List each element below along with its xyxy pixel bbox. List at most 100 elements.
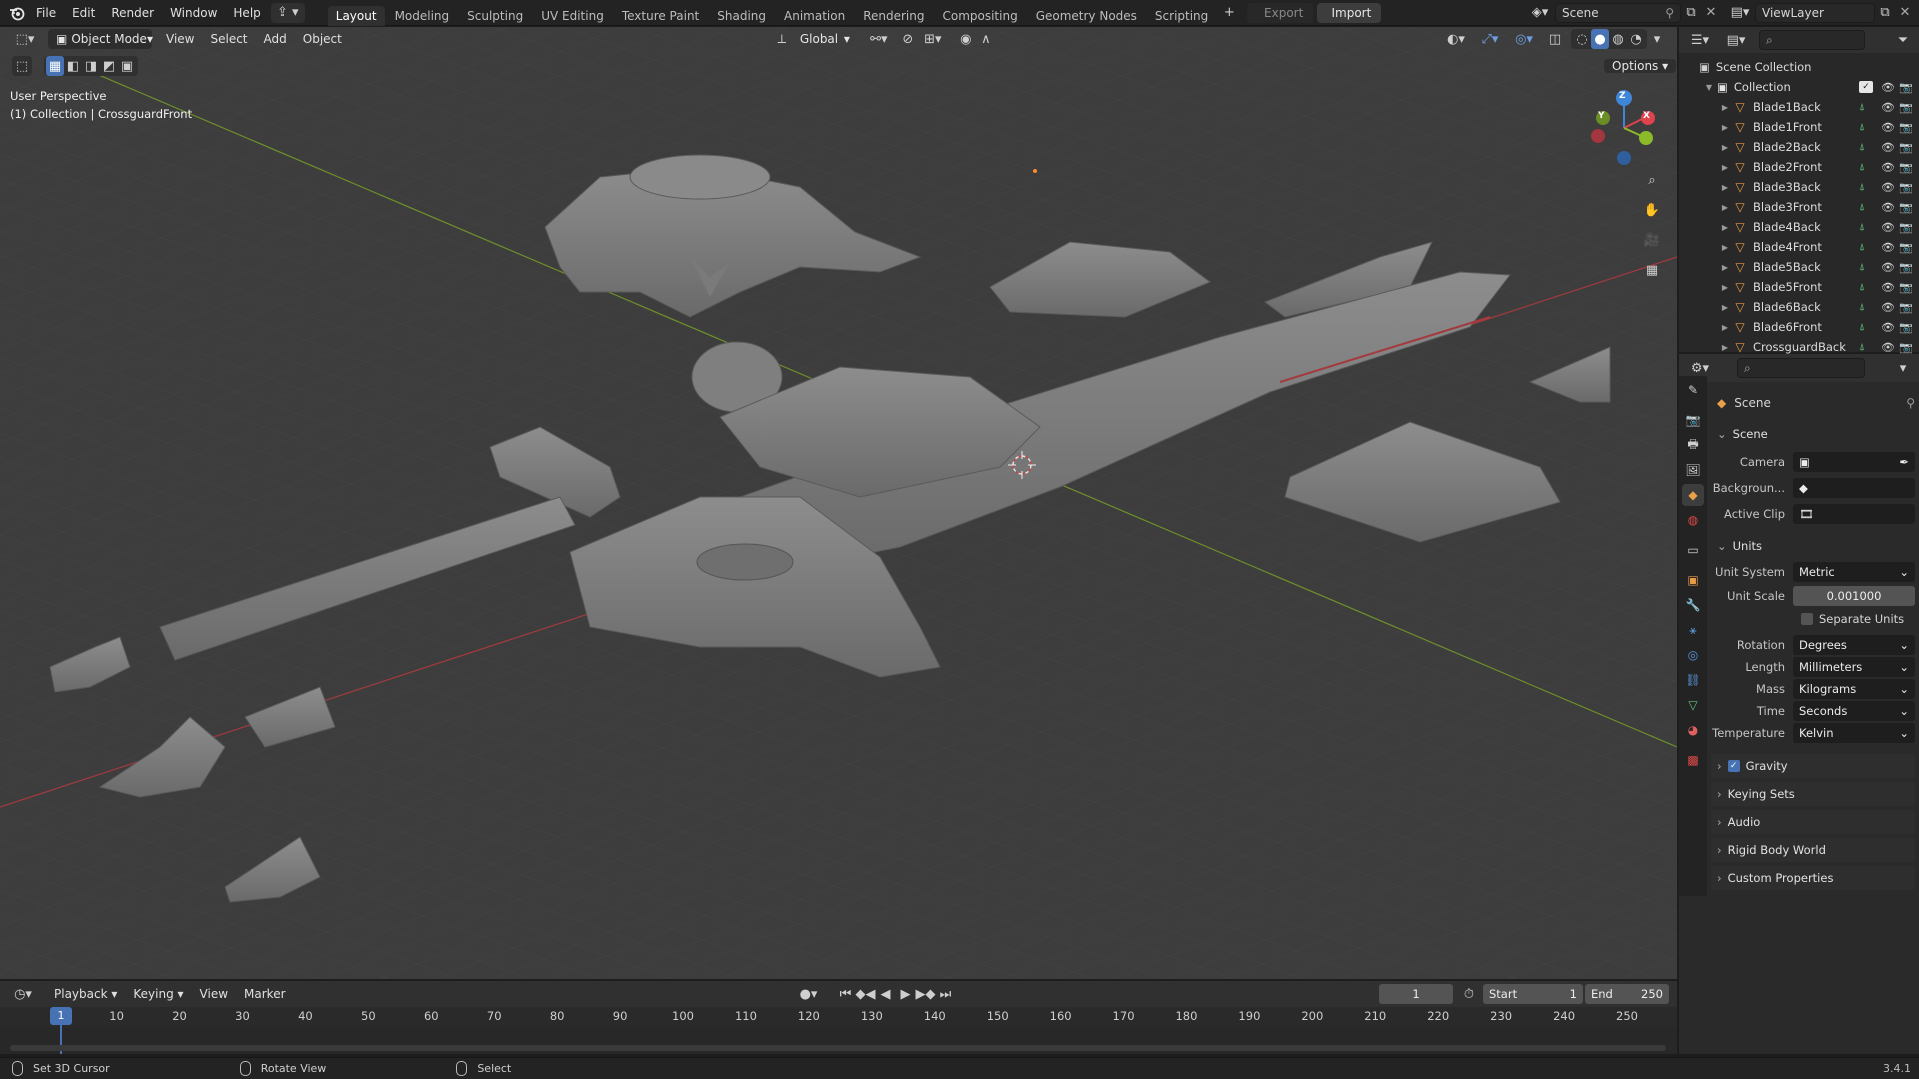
outliner-item[interactable]: ▶ ▽ Blade6Front ⍋ 👁 📷 — [1679, 317, 1919, 337]
units-panel-header[interactable]: ⌄ Units — [1711, 534, 1915, 558]
visibility-eye-icon[interactable]: 👁 — [1879, 141, 1897, 154]
outliner-item[interactable]: ▶ ▽ Blade1Front ⍋ 👁 📷 — [1679, 117, 1919, 137]
expand-arrow-icon[interactable]: ▶ — [1719, 343, 1731, 352]
visibility-eye-icon[interactable]: 👁 — [1879, 201, 1897, 214]
mass-dropdown[interactable]: Kilograms ⌄ — [1793, 679, 1915, 699]
outliner-item[interactable]: ▶ ▽ Blade4Back ⍋ 👁 📷 — [1679, 217, 1919, 237]
gizmo-toggle-icon[interactable]: ⤢▾ — [1473, 29, 1507, 49]
tab-shading[interactable]: Shading — [709, 6, 774, 26]
pin-icon[interactable]: ⚲ — [1906, 396, 1915, 410]
select-new-icon[interactable]: ▦ — [46, 56, 64, 76]
render-camera-icon[interactable]: 📷 — [1897, 341, 1915, 354]
3d-viewport[interactable] — [0, 27, 1677, 979]
outliner-item[interactable]: ▶ ▽ Blade3Back ⍋ 👁 📷 — [1679, 177, 1919, 197]
mesh-data-icon[interactable]: ⍋ — [1859, 102, 1865, 113]
scene-name-field[interactable]: Scene ⚲ — [1555, 2, 1681, 23]
scene-panel-header[interactable]: ⌄ Scene — [1711, 422, 1915, 446]
background-scene-field[interactable]: ◆ — [1793, 478, 1915, 498]
tab-compositing[interactable]: Compositing — [934, 6, 1025, 26]
next-keyframe-icon[interactable]: ▶◆ — [916, 984, 936, 1004]
tab-geometry-nodes[interactable]: Geometry Nodes — [1028, 6, 1145, 26]
delete-view-layer-icon[interactable]: ✕ — [1895, 3, 1915, 23]
end-frame-field[interactable]: End 250 — [1585, 984, 1669, 1004]
expand-arrow-icon[interactable]: ▶ — [1719, 223, 1731, 232]
expand-arrow-icon[interactable]: ▶ — [1719, 143, 1731, 152]
outliner-item[interactable]: ▶ ▽ Blade6Back ⍋ 👁 📷 — [1679, 297, 1919, 317]
mesh-data-icon[interactable]: ⍋ — [1859, 242, 1865, 253]
rotation-dropdown[interactable]: Degrees ⌄ — [1793, 635, 1915, 655]
render-camera-icon[interactable]: 📷 — [1897, 181, 1915, 194]
expand-arrow-icon[interactable]: ▶ — [1719, 163, 1731, 172]
render-camera-icon[interactable]: 📷 — [1897, 161, 1915, 174]
object-tab-icon[interactable]: ▣ — [1682, 569, 1704, 591]
render-camera-icon[interactable]: 📷 — [1897, 321, 1915, 334]
viewport-menu-select[interactable]: Select — [202, 27, 255, 51]
preview-range-icon[interactable]: ⏱ — [1459, 984, 1479, 1004]
current-frame-field[interactable]: 1 — [1379, 984, 1453, 1004]
tab-texture-paint[interactable]: Texture Paint — [614, 6, 707, 26]
shading-options-icon[interactable]: ▾ — [1647, 29, 1667, 49]
import-button[interactable]: Import — [1317, 2, 1382, 23]
active-clip-field[interactable]: 🎞 — [1793, 504, 1915, 524]
visibility-eye-icon[interactable]: 👁 — [1879, 261, 1897, 274]
tab-uv-editing[interactable]: UV Editing — [533, 6, 612, 26]
output-tab-icon[interactable]: 🖶 — [1682, 434, 1704, 456]
outliner-collection[interactable]: ▼ ▣ Collection ✓ 👁 📷 — [1679, 77, 1919, 97]
render-camera-icon[interactable]: 📷 — [1897, 81, 1915, 94]
panel-header-gravity[interactable]: › ✓ Gravity — [1711, 754, 1915, 778]
unit-system-dropdown[interactable]: Metric ⌄ — [1793, 562, 1915, 582]
select-intersect-icon[interactable]: ▣ — [118, 56, 136, 76]
display-mode-icon[interactable]: ▤▾ — [1721, 30, 1751, 50]
mesh-data-icon[interactable]: ⍋ — [1859, 222, 1865, 233]
record-keyframe-icon[interactable]: ●▾ — [794, 984, 824, 1004]
menu-render[interactable]: Render — [103, 0, 162, 26]
visibility-selector-icon[interactable]: ◐▾ — [1439, 29, 1473, 49]
expand-arrow-icon[interactable]: ▶ — [1719, 323, 1731, 332]
visibility-eye-icon[interactable]: 👁 — [1879, 161, 1897, 174]
gravity-checkbox[interactable]: ✓ — [1727, 760, 1740, 772]
pan-hand-icon[interactable]: ✋ — [1642, 200, 1662, 220]
xray-toggle-icon[interactable]: ◫ — [1545, 29, 1565, 49]
options-dropdown[interactable]: Options ▾ — [1604, 56, 1677, 76]
expand-arrow-icon[interactable]: ▶ — [1719, 243, 1731, 252]
zoom-icon[interactable]: ⌕ — [1642, 170, 1662, 190]
blender-logo-icon[interactable] — [6, 3, 28, 23]
mesh-data-icon[interactable]: ⍋ — [1859, 302, 1865, 313]
texture-tab-icon[interactable]: ▩ — [1682, 749, 1704, 771]
mode-dropdown[interactable]: ▣ Object Mode ▾ — [48, 29, 153, 49]
visibility-eye-icon[interactable]: 👁 — [1879, 101, 1897, 114]
mesh-data-icon[interactable]: ⍋ — [1859, 262, 1865, 273]
visibility-eye-icon[interactable]: 👁 — [1879, 221, 1897, 234]
expand-arrow-icon[interactable]: ▶ — [1719, 123, 1731, 132]
expand-arrow-icon[interactable]: ▶ — [1719, 203, 1731, 212]
viewport-canvas[interactable] — [0, 27, 1677, 979]
mesh-data-icon[interactable]: ⍋ — [1859, 282, 1865, 293]
tool-tab-icon[interactable]: ✎ — [1682, 379, 1704, 401]
expand-arrow-icon[interactable]: ▼ — [1703, 83, 1715, 92]
material-tab-icon[interactable]: ◕ — [1682, 719, 1704, 741]
mesh-data-icon[interactable]: ⍋ — [1859, 202, 1865, 213]
visibility-eye-icon[interactable]: 👁 — [1879, 341, 1897, 354]
snap-target-icon[interactable]: ⊞▾ — [918, 29, 948, 49]
outliner-item[interactable]: ▶ ▽ Blade2Front ⍋ 👁 📷 — [1679, 157, 1919, 177]
pivot-point-icon[interactable]: ⚯▾ — [864, 29, 894, 49]
overlay-toggle-icon[interactable]: ◎▾ — [1507, 29, 1541, 49]
menu-edit[interactable]: Edit — [64, 0, 103, 26]
solid-shading-icon[interactable]: ● — [1591, 29, 1609, 49]
proportional-editing-icon[interactable]: ◉ — [956, 29, 976, 49]
outliner-item[interactable]: ▶ ▽ Blade5Back ⍋ 👁 📷 — [1679, 257, 1919, 277]
render-camera-icon[interactable]: 📷 — [1897, 101, 1915, 114]
tab-rendering[interactable]: Rendering — [855, 6, 932, 26]
outliner-editor-type-icon[interactable]: ☰▾ — [1685, 30, 1715, 50]
data-tab-icon[interactable]: ▽ — [1682, 694, 1704, 716]
camera-view-icon[interactable]: 🎥 — [1642, 230, 1662, 250]
play-reverse-icon[interactable]: ◀ — [876, 984, 896, 1004]
particles-tab-icon[interactable]: ⚹ — [1682, 619, 1704, 641]
visibility-eye-icon[interactable]: 👁 — [1879, 281, 1897, 294]
view-layer-field[interactable]: ViewLayer — [1755, 2, 1875, 23]
tab-animation[interactable]: Animation — [776, 6, 853, 26]
timeline-menu-keying[interactable]: Keying ▾ — [125, 982, 191, 1006]
render-camera-icon[interactable]: 📷 — [1897, 201, 1915, 214]
jump-start-icon[interactable]: ⏮ — [836, 984, 856, 1004]
prev-keyframe-icon[interactable]: ◆◀ — [856, 984, 876, 1004]
